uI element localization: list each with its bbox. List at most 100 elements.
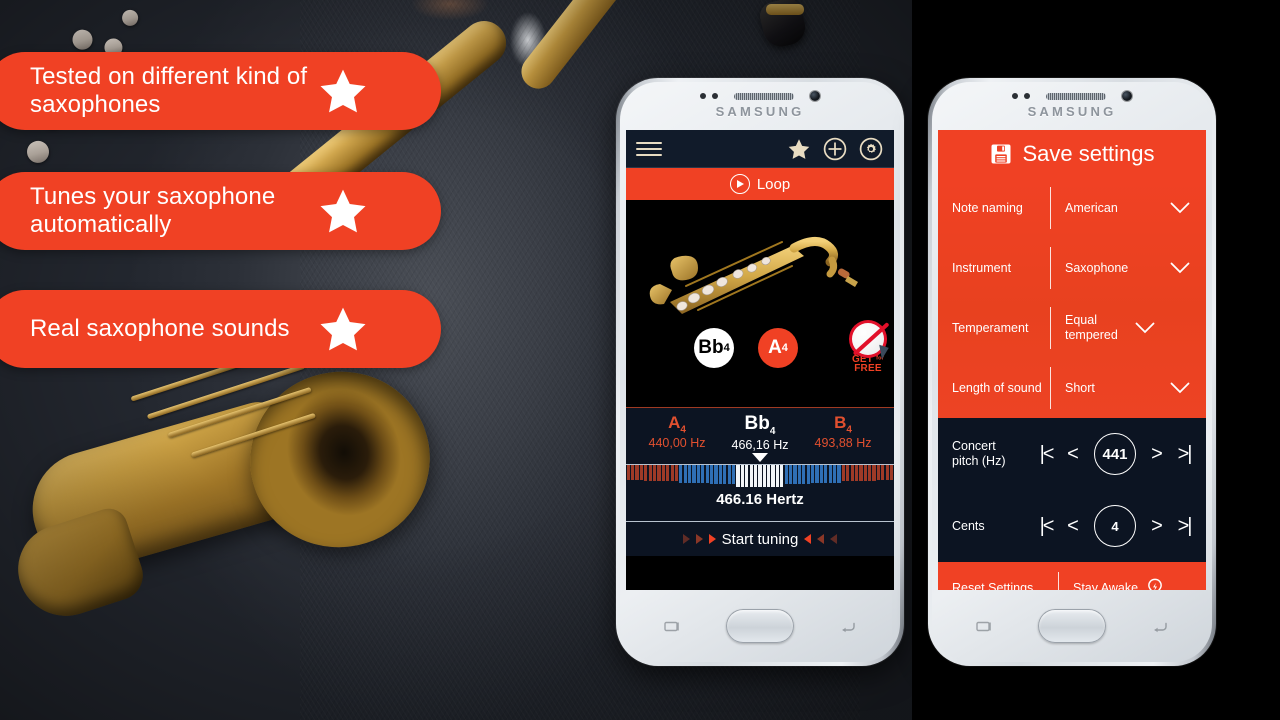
tuning-scale-tick (696, 465, 701, 483)
saxophone-illustration (649, 237, 858, 314)
freq-prev-octave: 4 (680, 424, 686, 436)
chevron-down-icon[interactable] (1170, 262, 1190, 274)
note-chip-target[interactable]: Bb 4 (694, 328, 734, 368)
settings-footer: Reset Settings Stay Awake (938, 562, 1206, 590)
proximity-sensor-icon (1012, 93, 1018, 99)
device-brand-label: SAMSUNG (715, 104, 805, 119)
loop-button[interactable]: Loop (626, 168, 894, 200)
tuning-scale-tick (837, 465, 841, 483)
setting-row-instrument[interactable]: Instrument Saxophone (938, 238, 1206, 298)
cents-value[interactable]: 4 (1094, 505, 1136, 547)
back-key-icon[interactable] (1152, 620, 1168, 633)
tuning-scale-tick (771, 465, 775, 487)
tuning-scale-tick (841, 465, 845, 481)
tuning-scale-tick (692, 465, 696, 483)
note-chip-current[interactable]: A4 (758, 328, 798, 368)
cents-prev-button[interactable]: < (1063, 516, 1083, 536)
cents-first-button[interactable]: |< (1036, 516, 1056, 536)
cents-last-button[interactable]: >| (1174, 516, 1194, 536)
freq-prev-hz: 440,00 Hz (648, 436, 706, 451)
photo-saxophone-mouthpiece (757, 0, 809, 51)
feature-pill-1-text: Tested on different kind of saxophones (30, 62, 308, 118)
tuning-scale-tick (797, 465, 802, 484)
save-settings-title: Save settings (1022, 141, 1155, 166)
start-tuning-button[interactable]: Start tuning (626, 522, 894, 556)
concert-pitch-last-button[interactable]: >| (1174, 444, 1194, 464)
tuning-scale-tick (775, 465, 780, 487)
phone-top-bezel: SAMSUNG (932, 82, 1212, 130)
freq-current-octave: 4 (769, 425, 776, 437)
tuning-scale-tick (846, 465, 850, 481)
home-button[interactable] (726, 609, 794, 643)
tuning-scale-tick (644, 465, 648, 481)
tuning-scale-tick (762, 465, 766, 487)
tuning-scale-tick (723, 465, 727, 484)
tuning-scale-tick (639, 465, 643, 480)
front-camera-icon (810, 91, 820, 101)
concert-pitch-prev-button[interactable]: < (1063, 444, 1083, 464)
phone-settings: SAMSUNG Save settings Note naming Americ… (928, 78, 1216, 666)
tuning-scale-tick (648, 465, 652, 481)
tuning-scale-tick (850, 465, 854, 481)
concert-pitch-next-button[interactable]: > (1147, 444, 1167, 464)
tuning-scale-tick (859, 465, 863, 481)
freq-next-octave: 4 (846, 424, 852, 436)
tuner-app-screen: Loop Bb 4 A 4 GET for FREE A4 440,00 Hz … (626, 130, 894, 590)
freq-current-note: Bb (744, 413, 770, 434)
hamburger-icon[interactable] (636, 141, 662, 156)
reset-settings-button[interactable]: Reset Settings (938, 581, 1058, 590)
tuning-scale-tick (753, 465, 758, 487)
stepper-row-concert-pitch: Concert pitch (Hz) |< < 441 > >| (938, 418, 1206, 490)
setting-row-temperament[interactable]: Temperament Equal tempered (938, 298, 1206, 358)
settings-dropdown-list: Note naming American Instrument Saxophon… (938, 178, 1206, 418)
tuning-scale-ticks (626, 465, 894, 489)
get-for-free-badge[interactable]: GET for FREE (844, 320, 892, 374)
frequency-row: A4 440,00 Hz Bb4 466,16 Hz B4 493,88 Hz (626, 408, 894, 464)
loop-button-label: Loop (756, 175, 791, 193)
gear-icon[interactable] (858, 136, 884, 162)
frequency-cell-current[interactable]: Bb4 466,16 Hz (723, 413, 797, 462)
chevron-down-icon[interactable] (1170, 202, 1190, 214)
stay-awake-button[interactable]: Stay Awake (1059, 577, 1206, 590)
setting-row-length-of-sound[interactable]: Length of sound Short (938, 358, 1206, 418)
stepper-section: Concert pitch (Hz) |< < 441 > >| Cents |… (938, 418, 1206, 562)
recents-key-icon[interactable] (976, 620, 992, 633)
device-brand-label: SAMSUNG (1027, 104, 1117, 119)
cents-next-button[interactable]: > (1147, 516, 1167, 536)
light-sensor-icon (712, 93, 718, 99)
feature-pill-3: Real saxophone sounds (0, 290, 441, 368)
concert-pitch-value[interactable]: 441 (1094, 433, 1136, 475)
note-chip-target-note: Bb (698, 337, 724, 358)
phone-bottom-bezel (620, 590, 900, 662)
freq-prev-note: A (668, 413, 681, 432)
frequency-cell-prev[interactable]: A4 440,00 Hz (640, 413, 714, 451)
chevron-down-icon[interactable] (1135, 322, 1155, 334)
recents-key-icon[interactable] (664, 620, 680, 633)
tuning-scale-tick (714, 465, 718, 484)
tuning-scale-tick (740, 465, 744, 487)
home-button[interactable] (1038, 609, 1106, 643)
tuning-scale-tick (679, 465, 683, 483)
promo-badge-line2: FREE (854, 363, 882, 375)
tuning-scale-tick (710, 465, 714, 484)
tuning-scale-tick (758, 465, 762, 487)
tuning-scale-tick (780, 465, 784, 487)
tuning-scale[interactable]: 466.16 Hertz (626, 464, 894, 522)
tuning-scale-tick (652, 465, 657, 481)
front-camera-icon (1122, 91, 1132, 101)
tuning-scale-tick (749, 465, 753, 487)
save-settings-button[interactable]: Save settings (938, 130, 1206, 178)
frequency-cell-next[interactable]: B4 493,88 Hz (806, 413, 880, 450)
tuning-scale-tick (784, 465, 788, 484)
tuning-scale-tick (863, 465, 867, 481)
star-icon[interactable] (786, 136, 812, 162)
setting-row-note-naming[interactable]: Note naming American (938, 178, 1206, 238)
photo-saxophone-bow (6, 503, 150, 629)
back-key-icon[interactable] (840, 620, 856, 633)
chevron-down-icon[interactable] (1170, 382, 1190, 394)
plus-circle-icon[interactable] (822, 136, 848, 162)
concert-pitch-first-button[interactable]: |< (1036, 444, 1056, 464)
tuning-scale-tick (670, 465, 674, 481)
tuning-scale-tick (705, 465, 709, 483)
tuning-scale-tick (872, 465, 876, 481)
